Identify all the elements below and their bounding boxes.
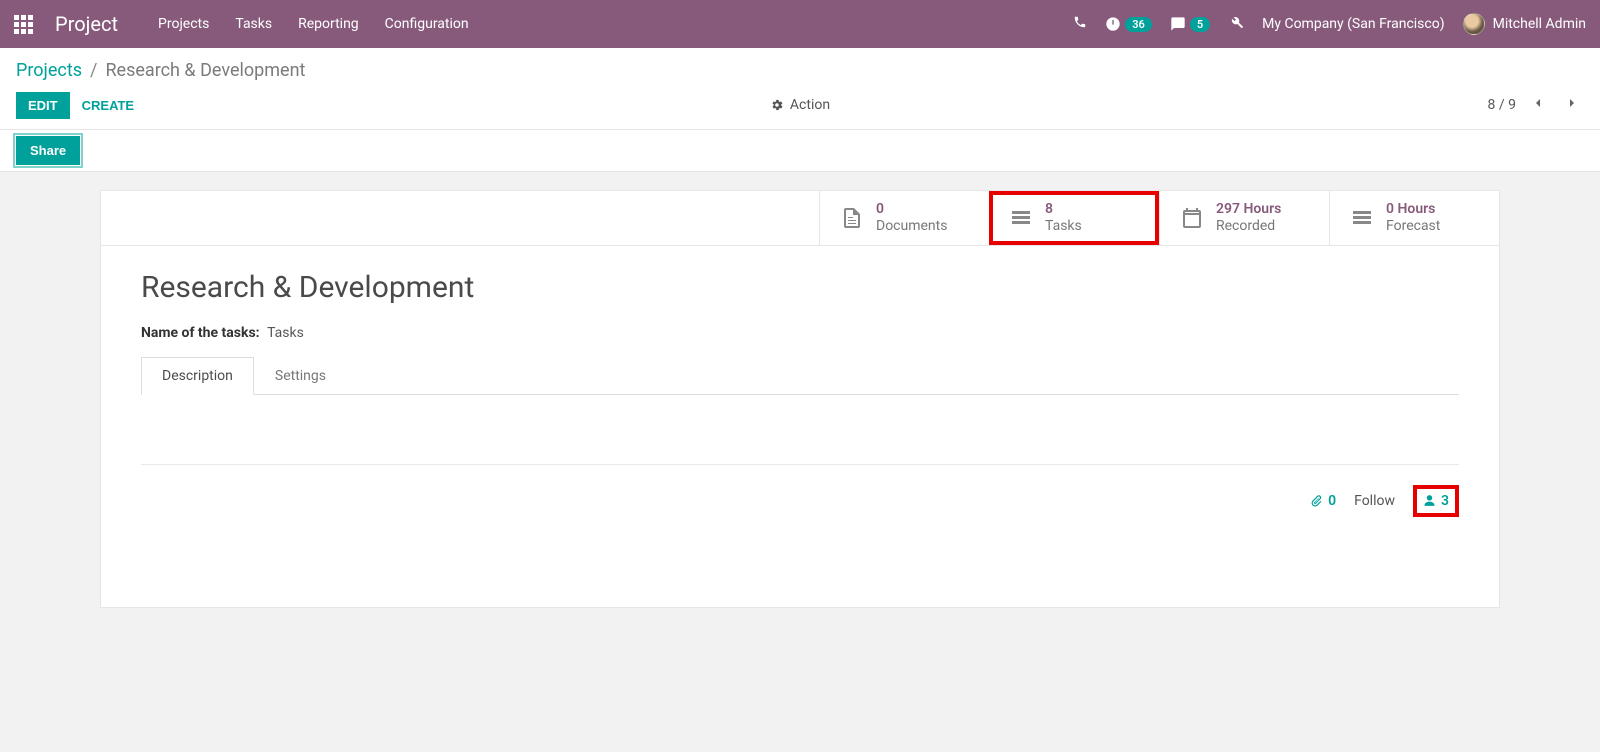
username: Mitchell Admin [1493,16,1586,32]
stat-documents[interactable]: 0 Documents [819,191,989,245]
nav-link-projects[interactable]: Projects [158,16,209,32]
pager-position: 8 / 9 [1488,97,1516,113]
messages-badge[interactable]: 5 [1170,16,1210,32]
activities-count: 36 [1125,17,1152,32]
tab-content [141,425,1459,465]
stat-tasks-value: 8 [1045,201,1082,218]
breadcrumb-sep: / [90,60,97,81]
tabs: Description Settings [141,357,1459,395]
edit-button[interactable]: Edit [16,92,70,119]
task-name-label: Name of the tasks: [141,325,260,341]
tasks-icon [1009,206,1033,230]
company-selector[interactable]: My Company (San Francisco) [1262,16,1444,32]
chevron-left-icon [1530,95,1546,111]
task-name-value: Tasks [267,325,304,341]
control-panel: Projects / Research & Development Edit C… [0,48,1600,130]
gear-icon [770,98,784,112]
pager-next[interactable] [1560,91,1584,119]
paperclip-icon [1309,494,1323,508]
stat-recorded[interactable]: 297 Hours Recorded [1159,191,1329,245]
chevron-right-icon [1564,95,1580,111]
attachments-button[interactable]: 0 [1309,493,1336,509]
apps-icon[interactable] [14,15,33,34]
stat-documents-label: Documents [876,218,947,235]
main-navbar: Project Projects Tasks Reporting Configu… [0,0,1600,48]
stat-forecast[interactable]: 0 Hours Forecast [1329,191,1499,245]
messages-count: 5 [1190,17,1210,32]
stat-forecast-label: Forecast [1386,218,1440,235]
stat-buttons: 0 Documents 8 Tasks 297 Hours Recorded [101,191,1499,246]
breadcrumb-current: Research & Development [105,60,305,81]
stat-tasks[interactable]: 8 Tasks [989,191,1159,245]
activities-badge[interactable]: 36 [1105,16,1152,32]
action-label: Action [790,97,830,113]
stat-documents-value: 0 [876,201,947,218]
stat-forecast-value: 0 Hours [1386,201,1440,218]
form-sheet: 0 Documents 8 Tasks 297 Hours Recorded [100,190,1500,608]
breadcrumb: Projects / Research & Development [16,60,1584,81]
forecast-icon [1350,206,1374,230]
pager-prev[interactable] [1526,91,1550,119]
tab-settings[interactable]: Settings [254,357,347,394]
follow-button[interactable]: Follow [1354,493,1395,509]
followers-count: 3 [1441,493,1449,509]
breadcrumb-root[interactable]: Projects [16,60,82,81]
phone-icon[interactable] [1073,15,1087,33]
file-icon [840,206,864,230]
attachments-count: 0 [1328,493,1336,509]
record-title: Research & Development [141,270,1459,305]
nav-link-configuration[interactable]: Configuration [385,16,469,32]
share-button[interactable]: Share [16,136,80,165]
stat-recorded-value: 297 Hours [1216,201,1281,218]
nav-link-tasks[interactable]: Tasks [235,16,272,32]
tab-description[interactable]: Description [141,357,254,395]
stat-recorded-label: Recorded [1216,218,1281,235]
calendar-icon [1180,206,1204,230]
status-bar: Share [0,130,1600,172]
nav-link-reporting[interactable]: Reporting [298,16,359,32]
nav-right: 36 5 My Company (San Francisco) Mitchell… [1073,13,1586,35]
follow-row: 0 Follow 3 [101,485,1499,547]
person-icon [1423,494,1436,507]
app-title[interactable]: Project [55,12,118,36]
action-dropdown[interactable]: Action [770,97,830,113]
user-menu[interactable]: Mitchell Admin [1463,13,1586,35]
followers-button[interactable]: 3 [1413,485,1459,517]
pager: 8 / 9 [1488,91,1584,119]
stat-tasks-label: Tasks [1045,218,1082,235]
nav-links: Projects Tasks Reporting Configuration [158,16,469,32]
create-button[interactable]: Create [70,92,146,119]
avatar [1463,13,1485,35]
tools-icon[interactable] [1228,14,1244,34]
